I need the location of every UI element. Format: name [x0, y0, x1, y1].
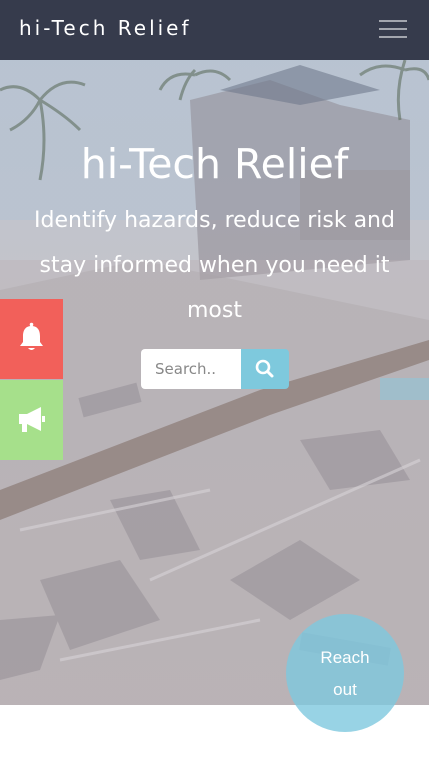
hero-subtitle: Identify hazards, reduce risk and stay i…: [34, 208, 395, 323]
search-form: [141, 349, 289, 389]
brand-link[interactable]: hi-Tech Relief: [19, 16, 192, 40]
hamburger-menu-icon[interactable]: [379, 20, 407, 40]
reach-out-button[interactable]: Reach out: [286, 614, 404, 732]
announcements-button[interactable]: [0, 380, 63, 460]
search-icon: [255, 359, 274, 378]
hero-title: hi-Tech Relief: [80, 140, 349, 188]
search-button[interactable]: [241, 349, 289, 389]
reach-out-label-line1: Reach: [320, 648, 370, 667]
megaphone-icon: [19, 407, 45, 432]
search-input[interactable]: [141, 349, 241, 389]
reach-out-label-line2: out: [333, 680, 357, 699]
hero-section: hi-Tech Relief Identify hazards, reduce …: [0, 60, 429, 705]
alerts-button[interactable]: [0, 299, 63, 379]
bell-icon: [20, 322, 43, 350]
navbar: hi-Tech Relief: [0, 0, 429, 60]
